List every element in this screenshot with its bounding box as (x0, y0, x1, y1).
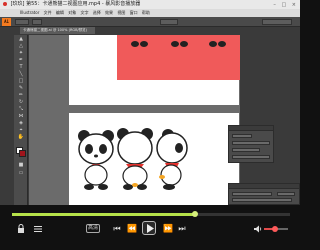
panda-views (78, 128, 188, 190)
panda-back-view (117, 128, 153, 190)
panda-feet-on-red (131, 41, 226, 47)
scale-tool-icon[interactable]: ⤡ (17, 107, 25, 112)
right-panels (228, 125, 300, 205)
rectangle-tool-icon[interactable]: □ (17, 79, 25, 84)
volume-handle[interactable] (271, 226, 278, 232)
pencil-tool-icon[interactable]: ✏ (17, 93, 25, 98)
canvas-area[interactable] (29, 35, 240, 205)
playlist-icon[interactable] (34, 226, 42, 232)
properties-panel[interactable] (228, 125, 274, 163)
width-tool-icon[interactable]: ⋈ (17, 114, 25, 119)
menu-item-object[interactable]: 对象 (68, 10, 76, 15)
quality-button[interactable]: 高清 (86, 224, 100, 233)
menu-item-app[interactable]: Illustrator (20, 10, 39, 15)
menu-item-file[interactable]: 文件 (44, 10, 52, 15)
hand-tool-icon[interactable]: ✋ (17, 135, 25, 140)
progress-bar[interactable] (12, 211, 290, 217)
options-bar: Ai (0, 17, 300, 27)
option-control[interactable] (15, 19, 29, 25)
magic-wand-tool-icon[interactable]: ✦ (17, 51, 25, 56)
shape-builder-tool-icon[interactable]: ◈ (17, 121, 25, 126)
player-title: [玖玖] 第55：卡通熊猫二视图应用.mp4 - 暴风影音播放器 (10, 1, 141, 7)
option-control[interactable] (32, 19, 42, 25)
stroke-swatch[interactable] (19, 150, 26, 157)
artboard-bottom (69, 113, 239, 205)
eyedropper-tool-icon[interactable]: ⌖ (17, 128, 25, 133)
fast-forward-icon[interactable]: ⏩ (163, 224, 173, 234)
video-frame: Illustrator 文件 编辑 对象 文字 选择 效果 视图 窗口 帮助 A… (0, 9, 300, 205)
panda-side-view (156, 129, 188, 190)
rewind-icon[interactable]: ⏪ (127, 224, 137, 234)
play-button[interactable] (142, 221, 156, 235)
menu-item-help[interactable]: 帮助 (142, 10, 150, 15)
previous-icon[interactable]: ⏮ (112, 224, 122, 234)
selection-tool-icon[interactable]: ▲ (17, 37, 25, 42)
player-logo-icon (3, 1, 7, 6)
menu-item-type[interactable]: 文字 (80, 10, 88, 15)
document-tab[interactable]: 卡通熊猫二视图.ai @ 100% (RGB/预览) (20, 27, 95, 34)
play-icon (147, 224, 154, 233)
direct-select-tool-icon[interactable]: △ (17, 44, 25, 49)
progress-handle[interactable] (192, 211, 199, 217)
line-tool-icon[interactable]: ╲ (17, 72, 25, 77)
menu-item-select[interactable]: 选择 (93, 10, 101, 15)
type-tool-icon[interactable]: T (17, 65, 25, 70)
player-title-bar: [玖玖] 第55：卡通熊猫二视图应用.mp4 - 暴风影音播放器 – □ × (0, 0, 300, 9)
next-icon[interactable]: ⏭ (177, 224, 187, 234)
layers-panel[interactable] (228, 183, 300, 205)
brush-tool-icon[interactable]: ✎ (17, 86, 25, 91)
rotate-tool-icon[interactable]: ↻ (17, 100, 25, 105)
option-control[interactable] (262, 19, 292, 25)
menu-item-window[interactable]: 窗口 (130, 10, 138, 15)
pen-tool-icon[interactable]: ✒ (17, 58, 25, 63)
volume-slider[interactable] (264, 226, 288, 232)
tools-panel: ▲ △ ✦ ✒ T ╲ □ ✎ ✏ ↻ ⤡ ⋈ ◈ ⌖ ✋ ■ ▭ (14, 35, 28, 205)
panda-front-view (78, 130, 114, 190)
color-mode-icon[interactable]: ■ (17, 163, 25, 168)
illustrator-logo: Ai (2, 18, 11, 26)
menu-item-effect[interactable]: 效果 (105, 10, 113, 15)
option-control[interactable] (160, 19, 178, 25)
window-buttons[interactable]: – □ × (273, 1, 298, 9)
menu-item-edit[interactable]: 编辑 (56, 10, 64, 15)
playback-controls: 高清 ⏮ ⏪ ⏩ ⏭ (0, 218, 300, 240)
volume-icon[interactable] (254, 225, 262, 233)
lock-icon[interactable] (17, 224, 25, 234)
mac-menubar: Illustrator 文件 编辑 对象 文字 选择 效果 视图 窗口 帮助 (0, 9, 300, 17)
progress-fill (12, 213, 196, 216)
screen-mode-icon[interactable]: ▭ (17, 171, 25, 176)
menu-item-view[interactable]: 视图 (117, 10, 125, 15)
